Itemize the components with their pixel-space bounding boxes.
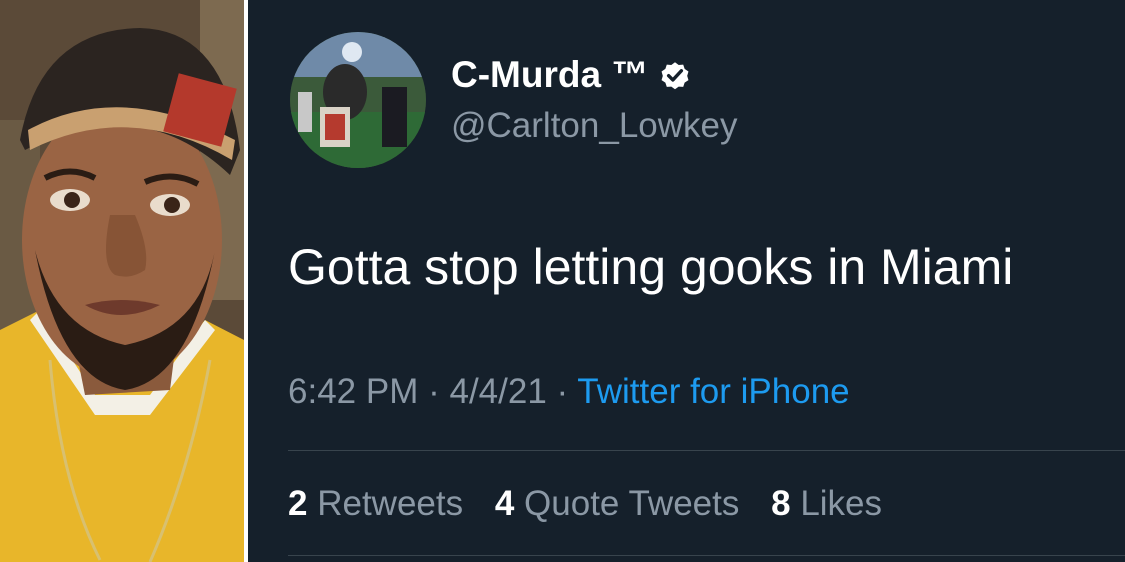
likes-stat[interactable]: 8 Likes (771, 484, 882, 523)
display-name-text: C-Murda ™ (451, 54, 649, 95)
retweets-stat[interactable]: 2 Retweets (288, 484, 473, 523)
retweets-count: 2 (288, 484, 308, 523)
stats-top-divider (288, 450, 1125, 451)
quote-tweets-count: 4 (494, 484, 515, 523)
verified-badge-icon (661, 62, 689, 90)
tweet-source-link[interactable]: Twitter for iPhone (577, 372, 849, 411)
likes-count: 8 (771, 484, 791, 523)
meta-separator: · (556, 372, 569, 411)
tweet-time[interactable]: 6:42 PM (288, 372, 418, 411)
quote-tweets-stat[interactable]: 4 Quote Tweets (495, 484, 749, 523)
meta-separator: · (428, 372, 440, 411)
avatar-image (290, 32, 426, 168)
tweet-text: Gotta stop letting gooks in Miami (288, 239, 1014, 295)
portrait-illustration (0, 0, 244, 562)
avatar[interactable] (290, 32, 426, 168)
portrait-photo (0, 0, 244, 562)
user-handle[interactable]: @Carlton_Lowkey (451, 106, 738, 146)
tweet-stats: 2 Retweets 4 Quote Tweets 8 Likes (288, 484, 904, 524)
likes-label: Likes (800, 484, 883, 523)
retweets-label: Retweets (317, 484, 464, 523)
tweet-card: C-Murda ™ @Carlton_Lowkey Gotta stop let… (248, 0, 1125, 562)
quote-tweets-label: Quote Tweets (524, 484, 740, 523)
tweet-metadata: 6:42 PM · 4/4/21 · Twitter for iPhone (288, 372, 850, 412)
tweet-date[interactable]: 4/4/21 (449, 372, 546, 411)
display-name[interactable]: C-Murda ™ (451, 54, 692, 96)
stats-bottom-divider (288, 555, 1125, 556)
